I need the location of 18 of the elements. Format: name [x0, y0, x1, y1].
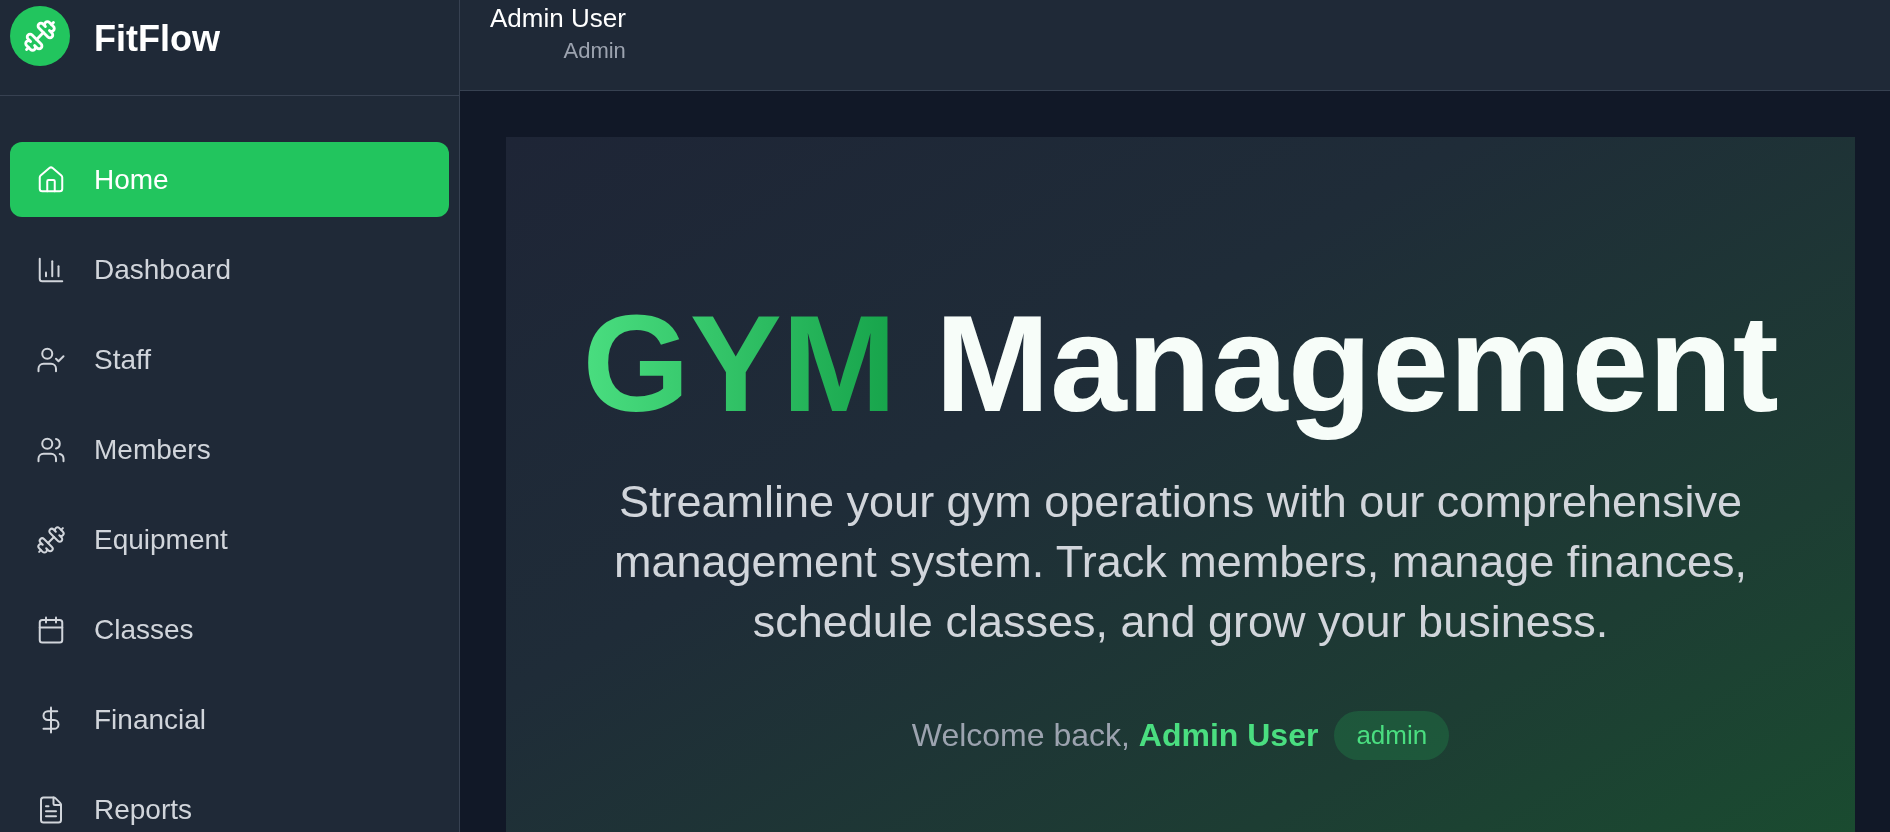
sidebar-item[interactable]: Financial	[10, 682, 449, 757]
user-name: Admin User	[490, 2, 626, 34]
dumbbell-icon	[36, 524, 66, 555]
house-icon	[36, 164, 66, 195]
sidebar-item[interactable]: Reports	[10, 772, 449, 832]
calendar-icon	[36, 614, 66, 645]
sidebar-item[interactable]: Classes	[10, 592, 449, 667]
welcome-message: Welcome back, Admin User	[911, 716, 1319, 754]
sidebar-item[interactable]: Staff	[10, 322, 449, 397]
sidebar-item[interactable]: Equipment	[10, 502, 449, 577]
role-badge: admin	[1334, 710, 1450, 760]
hero-title: GYM Management	[582, 288, 1779, 440]
user-role: Admin	[563, 37, 626, 65]
brand-name: FitFlow	[94, 17, 220, 61]
dumbbell-logo-icon	[10, 6, 70, 66]
sidebar-item[interactable]: Dashboard	[10, 232, 449, 307]
hero-subtitle: Streamline your gym operations with our comprehensive management system. Track members, manage finances, schedule classes, and grow your business.	[613, 474, 1748, 649]
sidebar-item[interactable]: Members	[10, 412, 449, 487]
